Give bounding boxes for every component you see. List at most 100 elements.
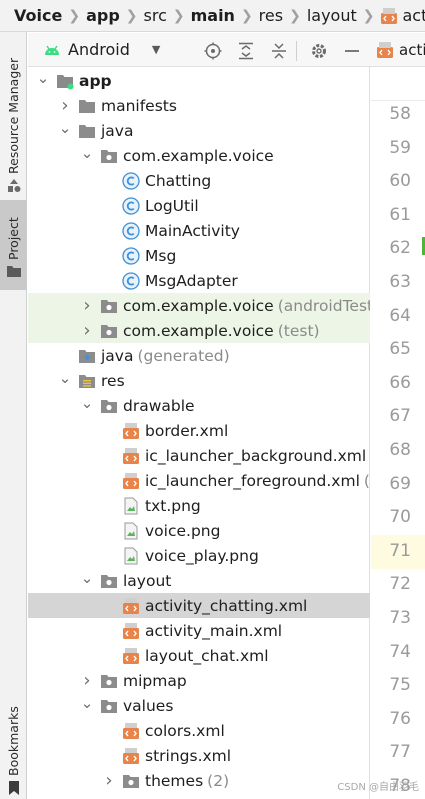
- tree-item-suffix: (2): [207, 771, 230, 790]
- breadcrumb-res[interactable]: res: [259, 6, 283, 25]
- tree-item[interactable]: LogUtil: [28, 193, 370, 218]
- tree-item[interactable]: border.xml: [28, 418, 370, 443]
- tree-item-label: com.example.voice: [123, 146, 274, 165]
- xml-file-icon: [122, 447, 140, 465]
- resource-manager-tab[interactable]: Resource Manager: [0, 44, 27, 204]
- arrow-placeholder: [102, 193, 116, 218]
- tree-item-label: ic_launcher_background.xml: [145, 446, 367, 465]
- breadcrumb-project[interactable]: Voice: [14, 6, 62, 25]
- chevron-down-icon[interactable]: ⌄: [58, 115, 72, 140]
- tree-item-label: drawable: [123, 396, 195, 415]
- tree-item[interactable]: Chatting: [28, 168, 370, 193]
- project-tree: ⌄ app › manifests ⌄ java ⌄ com.example.voice Cha…: [28, 68, 370, 799]
- tree-item[interactable]: MsgAdapter: [28, 268, 370, 293]
- tree-item-label: layout: [123, 571, 172, 590]
- chevron-right-icon[interactable]: ›: [80, 318, 94, 343]
- tree-item[interactable]: ic_launcher_foreground.xml(v: [28, 468, 370, 493]
- tree-item[interactable]: java (generated): [28, 343, 370, 368]
- arrow-placeholder: [102, 268, 116, 293]
- xml-file-icon: [122, 422, 140, 440]
- class-icon: [122, 171, 140, 190]
- arrow-placeholder: [102, 168, 116, 193]
- tree-item[interactable]: activity_chatting.xml: [28, 593, 370, 618]
- line-number: 66: [389, 372, 411, 393]
- tree-item[interactable]: ic_launcher_background.xml: [28, 443, 370, 468]
- collapse-all-icon[interactable]: [270, 42, 288, 60]
- tree-item-label: MsgAdapter: [145, 271, 238, 290]
- chevron-down-icon[interactable]: ⌄: [80, 565, 94, 590]
- chevron-down-icon[interactable]: ⌄: [58, 365, 72, 390]
- folder-icon: [78, 97, 96, 115]
- tree-item[interactable]: MainActivity: [28, 218, 370, 243]
- line-number: 75: [389, 675, 411, 696]
- breadcrumb-module[interactable]: app: [86, 6, 120, 25]
- tree-item-label: strings.xml: [145, 746, 232, 765]
- tool-window-strip: Resource Manager Project Bookmarks: [0, 32, 27, 799]
- line-number: 71: [389, 540, 411, 561]
- tree-item[interactable]: strings.xml: [28, 743, 370, 768]
- arrow-placeholder: [102, 418, 116, 443]
- chevron-down-icon[interactable]: ⌄: [36, 68, 50, 90]
- watermark: CSDN @自由羽毛: [337, 782, 419, 793]
- resource-folder-icon: [78, 372, 96, 390]
- chevron-down-icon[interactable]: ⌄: [80, 140, 94, 165]
- arrow-placeholder: [102, 618, 116, 643]
- line-number: 60: [389, 171, 411, 192]
- locate-file-icon[interactable]: [204, 42, 222, 60]
- project-tab[interactable]: Project: [0, 200, 27, 290]
- tree-item[interactable]: › com.example.voice (androidTest): [28, 293, 370, 318]
- resource-manager-icon: [7, 179, 20, 192]
- arrow-placeholder: [102, 518, 116, 543]
- breadcrumb-src[interactable]: src: [144, 6, 167, 25]
- tree-item-label: java: [101, 121, 134, 140]
- tree-item[interactable]: ⌄ layout: [28, 568, 370, 593]
- chevron-right-icon: ❯: [362, 7, 375, 24]
- chevron-down-icon[interactable]: ⌄: [80, 690, 94, 715]
- view-mode-dropdown[interactable]: Android ▼: [42, 40, 160, 59]
- tree-item[interactable]: ⌄ values: [28, 693, 370, 718]
- tree-item[interactable]: voice.png: [28, 518, 370, 543]
- gear-icon[interactable]: [310, 42, 328, 60]
- tree-item[interactable]: ⌄ com.example.voice: [28, 143, 370, 168]
- image-file-icon: [122, 497, 140, 515]
- module-folder-icon: [56, 72, 74, 90]
- generated-folder-icon: [78, 347, 96, 365]
- expand-all-icon[interactable]: [237, 42, 255, 60]
- tree-item-label: voice.png: [145, 521, 221, 540]
- tree-item[interactable]: › themes (2): [28, 768, 370, 793]
- bookmarks-tab[interactable]: Bookmarks: [0, 700, 27, 799]
- tree-item[interactable]: › manifests: [28, 93, 370, 118]
- tree-item[interactable]: ⌄ app: [28, 68, 370, 93]
- tree-item-label: layout_chat.xml: [145, 646, 269, 665]
- breadcrumb-layout[interactable]: layout: [307, 6, 357, 25]
- editor-tab-bar: activity_chatting.xml: [370, 33, 425, 67]
- line-number: 64: [389, 305, 411, 326]
- tree-item[interactable]: activity_main.xml: [28, 618, 370, 643]
- tree-item[interactable]: layout_chat.xml: [28, 643, 370, 668]
- chevron-down-icon[interactable]: ⌄: [80, 390, 94, 415]
- tree-item[interactable]: › com.example.voice (test): [28, 318, 370, 343]
- tree-item-label: LogUtil: [145, 196, 199, 215]
- tree-item-label: txt.png: [145, 496, 201, 515]
- minimize-icon[interactable]: [343, 42, 361, 60]
- tree-item[interactable]: txt.png: [28, 493, 370, 518]
- image-file-icon: [122, 547, 140, 565]
- xml-file-icon: [122, 722, 140, 740]
- chevron-right-icon: ❯: [125, 7, 138, 24]
- chevron-right-icon: ❯: [240, 7, 253, 24]
- line-number: 62: [389, 238, 411, 259]
- tree-item-label: app: [79, 71, 112, 90]
- breadcrumb-main[interactable]: main: [191, 6, 235, 25]
- tree-item[interactable]: Msg: [28, 243, 370, 268]
- line-number: 69: [389, 473, 411, 494]
- editor-tab[interactable]: activity_chatting.xml: [376, 41, 425, 59]
- line-number: 74: [389, 641, 411, 662]
- chevron-right-icon[interactable]: ›: [80, 293, 94, 318]
- arrow-placeholder: [102, 643, 116, 668]
- chevron-right-icon[interactable]: ›: [102, 768, 116, 793]
- tree-item[interactable]: ⌄ drawable: [28, 393, 370, 418]
- tree-item[interactable]: colors.xml: [28, 718, 370, 743]
- chevron-down-icon: ▼: [151, 43, 161, 56]
- tree-item-label: MainActivity: [145, 221, 240, 240]
- breadcrumb-file[interactable]: activity_chatting.xml: [380, 6, 425, 25]
